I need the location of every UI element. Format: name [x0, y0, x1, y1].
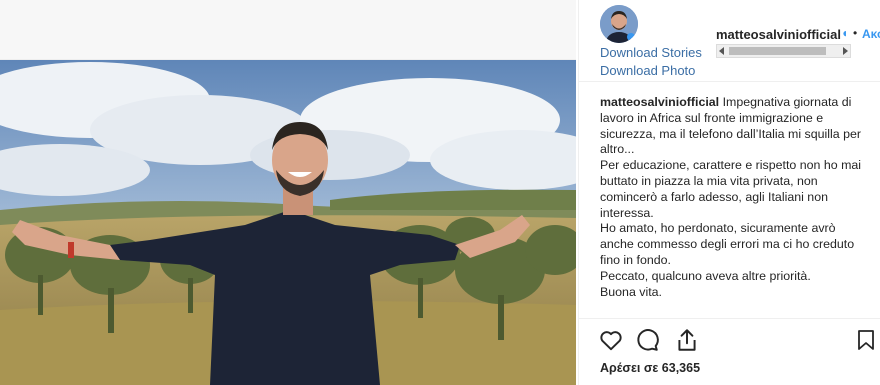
post-sidebar: matteosalviniofficial ◖ • Ακολουθήστε Do… [578, 0, 880, 385]
photo-illustration [0, 60, 576, 385]
follow-button[interactable]: Ακολουθήστε [862, 27, 880, 41]
separator-dot: • [853, 26, 858, 40]
bookmark-icon[interactable] [854, 327, 880, 353]
post-header: matteosalviniofficial ◖ • Ακολουθήστε Do… [579, 0, 880, 82]
caption-paragraph: Peccato, qualcuno aveva altre priorità. [600, 268, 811, 283]
caption-paragraph: Per educazione, carattere e rispetto non… [600, 158, 862, 220]
scroll-right-arrow-icon[interactable] [843, 47, 848, 55]
post-photo[interactable] [0, 60, 576, 385]
profile-avatar[interactable] [600, 5, 638, 43]
instagram-post: matteosalviniofficial ◖ • Ακολουθήστε Do… [0, 0, 880, 385]
download-photo-link[interactable]: Download Photo [600, 63, 695, 78]
likes-count[interactable]: Αρέσει σε 63,365 [600, 361, 700, 375]
scrollbar-thumb[interactable] [729, 47, 826, 55]
comment-icon[interactable] [634, 327, 660, 353]
download-stories-link[interactable]: Download Stories [600, 45, 702, 60]
horizontal-scrollbar[interactable] [716, 44, 851, 58]
heart-icon[interactable] [598, 327, 624, 353]
verified-badge-icon: ◖ [841, 26, 849, 40]
caption-paragraph: Ho amato, ho perdonato, sicuramente avrò… [600, 221, 855, 267]
scroll-left-arrow-icon[interactable] [719, 47, 724, 55]
caption-paragraph: Buona vita. [600, 284, 662, 299]
avatar-portrait-icon [600, 5, 638, 43]
caption-username[interactable]: matteosalviniofficial [600, 95, 719, 109]
top-blank-strip [0, 0, 576, 60]
post-actions: Αρέσει σε 63,365 [579, 318, 880, 385]
caption-paragraph: matteosalviniofficial Impegnativa giorna… [600, 95, 870, 158]
share-icon[interactable] [674, 327, 700, 353]
post-caption: matteosalviniofficial Impegnativa giorna… [600, 95, 870, 300]
header-username[interactable]: matteosalviniofficial [716, 27, 841, 42]
